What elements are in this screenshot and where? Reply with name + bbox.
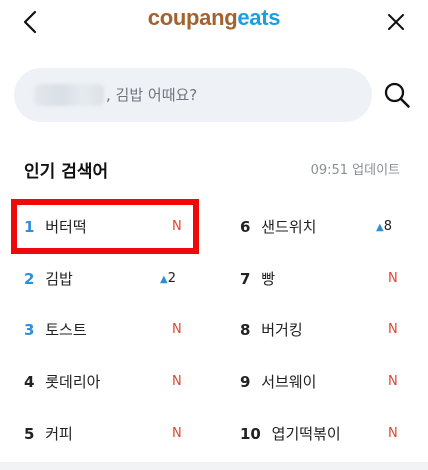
search-placeholder: , 김밥 어때요? <box>106 86 198 104</box>
rank-number: 8 <box>240 321 251 339</box>
rank-up-badge: ▲8 <box>376 212 392 243</box>
highlight-box <box>11 199 199 254</box>
new-badge: N <box>172 426 182 441</box>
close-icon[interactable] <box>382 8 410 36</box>
search-page: coupangeats , 김밥 어때요? 인기 검색어 09:51 업데이트 … <box>0 0 428 470</box>
blurred-text <box>34 84 104 106</box>
bottom-divider <box>0 462 428 470</box>
search-icon[interactable] <box>382 80 412 110</box>
popular-item-10[interactable]: 10 엽기떡볶이 N <box>240 419 410 449</box>
logo-eats: eats <box>237 5 281 30</box>
keyword-label: 커피 <box>45 425 73 443</box>
rank-change: 8 <box>383 219 392 234</box>
popular-item-5[interactable]: 5 커피 N <box>24 419 194 449</box>
rank-number: 3 <box>24 321 35 339</box>
keyword-label: 버거킹 <box>261 321 303 339</box>
popular-item-3[interactable]: 3 토스트 N <box>24 315 194 345</box>
rank-number: 7 <box>240 270 251 288</box>
search-input[interactable]: , 김밥 어때요? <box>14 68 372 122</box>
new-badge: N <box>388 374 398 389</box>
keyword-label: 롯데리아 <box>45 373 101 391</box>
coupang-eats-logo: coupangeats <box>0 5 428 31</box>
header: coupangeats <box>0 0 428 44</box>
popular-item-8[interactable]: 8 버거킹 N <box>240 315 410 345</box>
up-arrow-icon: ▲ <box>376 222 384 233</box>
popular-item-6[interactable]: 6 샌드위치 ▲8 <box>240 212 410 242</box>
new-badge: N <box>388 426 398 441</box>
popular-item-9[interactable]: 9 서브웨이 N <box>240 367 410 397</box>
keyword-label: 서브웨이 <box>261 373 317 391</box>
rank-number: 9 <box>240 373 251 391</box>
popular-item-4[interactable]: 4 롯데리아 N <box>24 367 194 397</box>
keyword-label: 토스트 <box>45 321 87 339</box>
rank-number: 4 <box>24 373 35 391</box>
keyword-label: 샌드위치 <box>261 218 317 236</box>
rank-number: 5 <box>24 425 35 443</box>
up-arrow-icon: ▲ <box>160 274 168 285</box>
new-badge: N <box>388 322 398 337</box>
popular-item-2[interactable]: 2 김밥 ▲2 <box>24 264 194 294</box>
rank-change: 2 <box>167 271 176 286</box>
new-badge: N <box>388 271 398 286</box>
new-badge: N <box>172 322 182 337</box>
update-time: 09:51 업데이트 <box>310 163 400 178</box>
keyword-label: 김밥 <box>45 270 73 288</box>
popular-item-7[interactable]: 7 빵 N <box>240 264 410 294</box>
logo-coupang: coupang <box>147 5 238 30</box>
keyword-label: 엽기떡볶이 <box>271 425 341 443</box>
rank-up-badge: ▲2 <box>160 264 176 295</box>
popular-searches-title: 인기 검색어 <box>24 162 109 182</box>
rank-number: 2 <box>24 270 35 288</box>
new-badge: N <box>172 374 182 389</box>
rank-number: 6 <box>240 218 251 236</box>
rank-number: 10 <box>240 425 261 443</box>
keyword-label: 빵 <box>261 270 276 288</box>
